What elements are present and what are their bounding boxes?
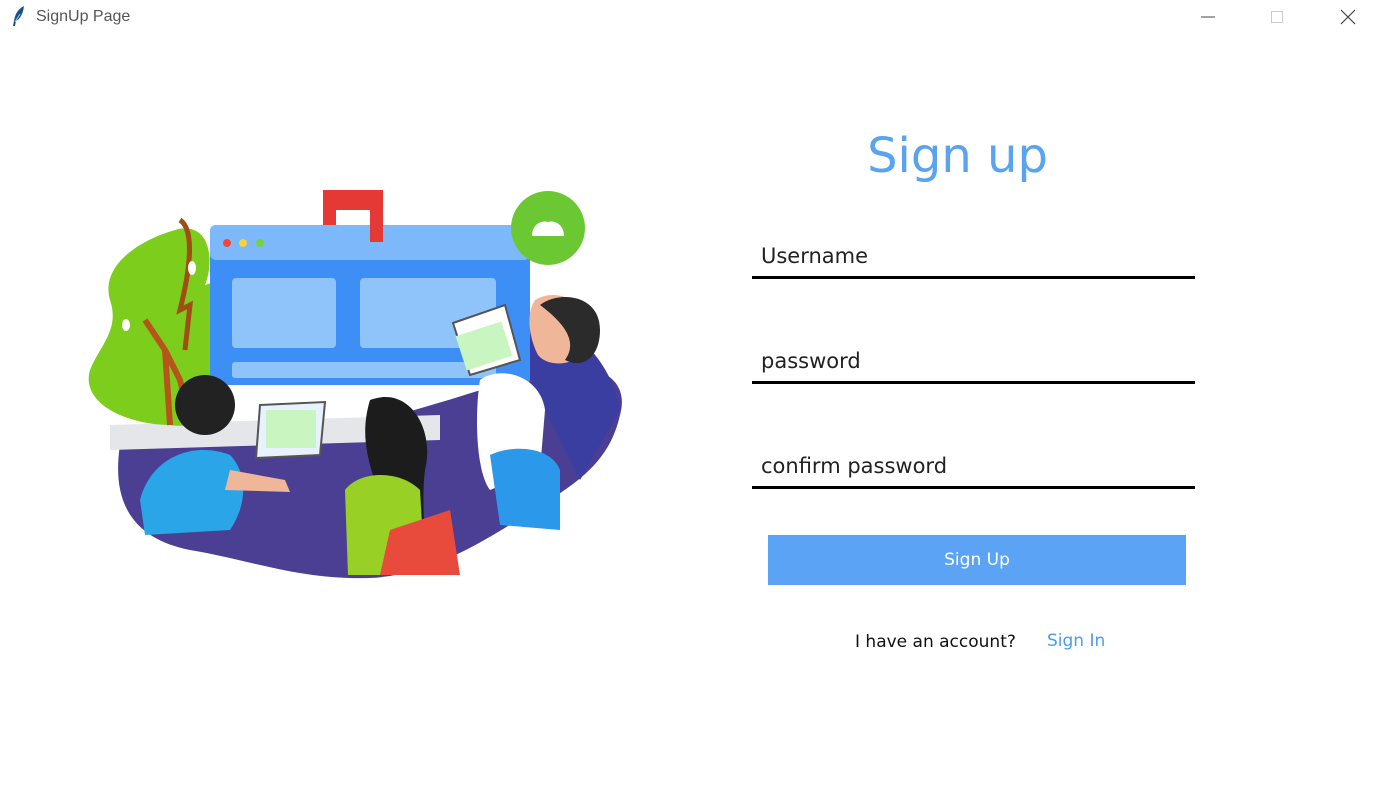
username-field[interactable] [752,236,1195,279]
page-title: Sign up [867,128,1048,184]
title-bar: SignUp Page [0,0,1378,34]
close-button[interactable] [1325,0,1371,34]
minimize-icon [1201,16,1215,18]
maximize-icon [1271,11,1283,23]
password-field[interactable] [752,341,1195,384]
minimize-button[interactable] [1185,0,1231,34]
team-illustration [88,190,622,579]
sign-in-link[interactable]: Sign In [1047,631,1105,651]
confirm-password-field[interactable] [752,446,1195,489]
account-prompt: I have an account? [855,632,1016,652]
sign-up-button[interactable]: Sign Up [768,535,1186,585]
window-title: SignUp Page [36,8,131,25]
password-input[interactable] [761,347,1181,375]
close-icon [1340,9,1356,25]
maximize-button[interactable] [1254,0,1300,34]
username-input[interactable] [761,242,1181,270]
feather-icon [9,5,29,27]
confirm-password-input[interactable] [761,452,1181,480]
